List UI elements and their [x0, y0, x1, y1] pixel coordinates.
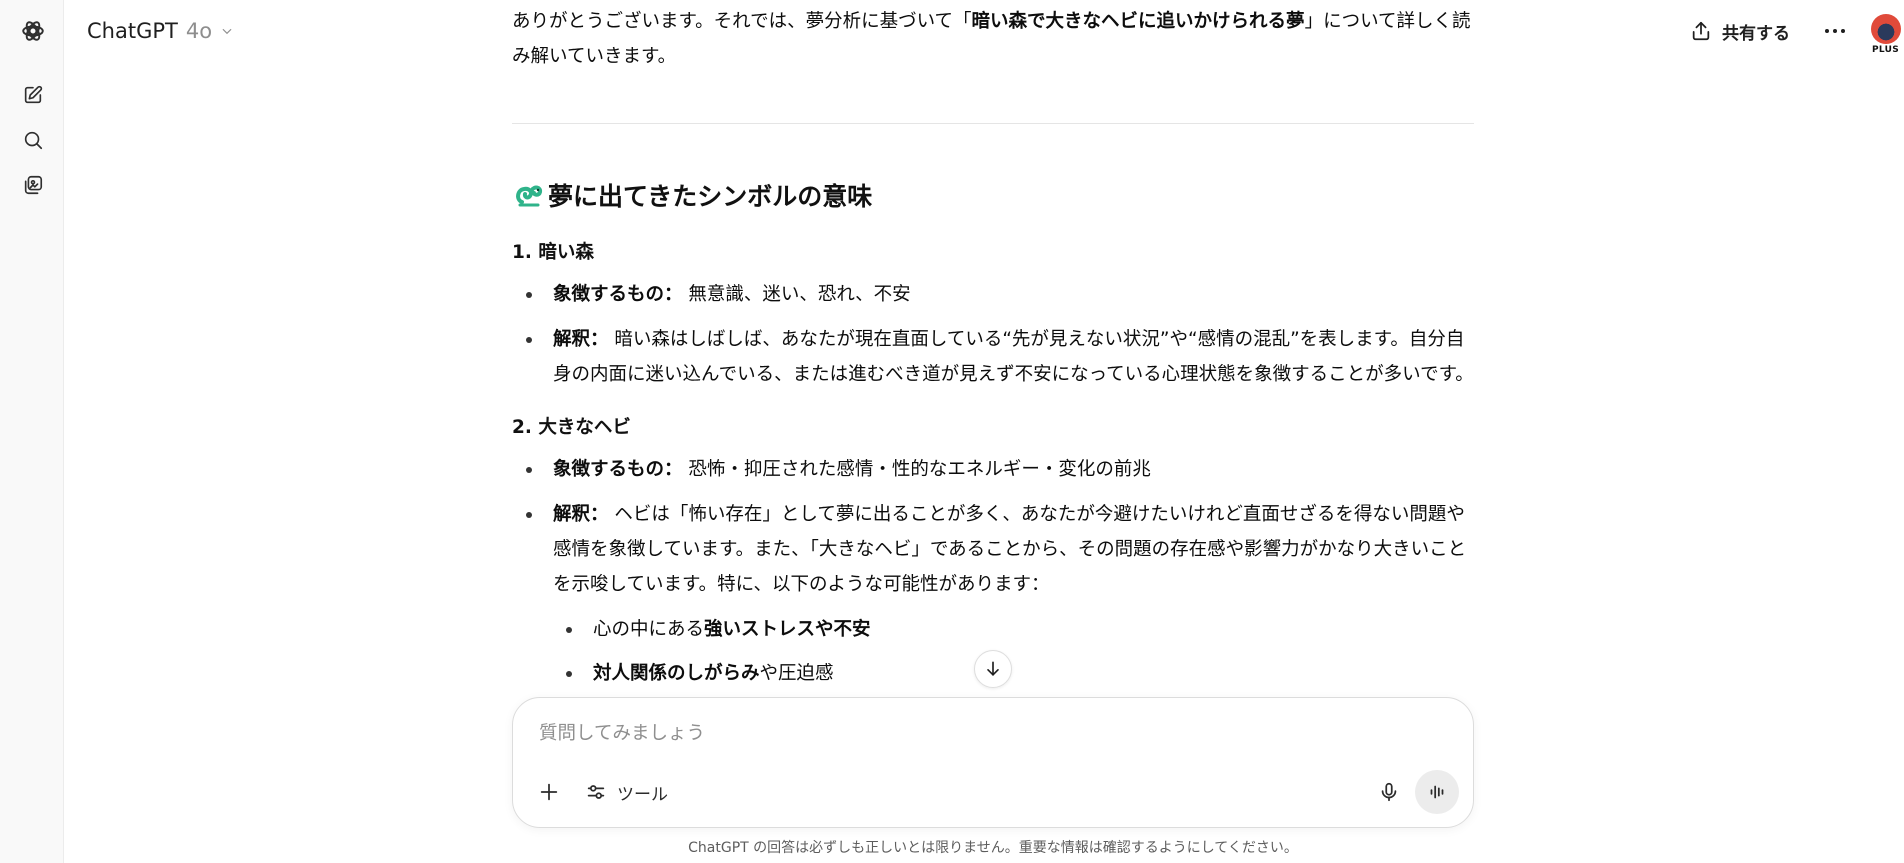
section-title-text: 夢に出てきたシンボルの意味	[548, 182, 873, 211]
section-title: 夢に出てきたシンボルの意味	[514, 177, 872, 213]
new-chat-icon[interactable]	[16, 78, 50, 112]
share-label: 共有する	[1722, 23, 1790, 44]
symbol-text: 恐怖・抑圧された感情・性的なエネルギー・変化の前兆	[682, 459, 1151, 480]
interpretation-text: 暗い森はしばしば、あなたが現在直面している“先が見えない状況”や“感情の混乱”を…	[553, 329, 1474, 385]
plan-badge: PLUS	[1872, 45, 1900, 55]
share-button[interactable]: 共有する	[1690, 14, 1790, 48]
composer: ツール	[512, 697, 1474, 828]
interpretation-label: 解釈：	[553, 329, 609, 350]
tools-button[interactable]: ツール	[579, 774, 674, 810]
avatar[interactable]	[1871, 14, 1901, 44]
item-heading: 1. 暗い森	[512, 242, 594, 263]
arrow-down-icon	[987, 661, 999, 676]
sub-item-text: 心の中にある	[593, 619, 705, 640]
scroll-to-bottom-button[interactable]	[974, 650, 1012, 688]
dictate-button[interactable]	[1371, 774, 1407, 810]
share-icon	[1692, 21, 1710, 41]
library-icon[interactable]	[16, 168, 50, 202]
item-heading: 2. 大きなヘビ	[512, 417, 631, 438]
search-icon[interactable]	[16, 123, 50, 157]
model-name: ChatGPT	[87, 19, 178, 43]
interpretation-label: 解釈：	[553, 504, 609, 525]
disclaimer: ChatGPT の回答は必ずしも正しいとは限りません。重要な情報は確認するように…	[688, 840, 1298, 856]
list-item: 解釈： 暗い森はしばしば、あなたが現在直面している“先が見えない状況”や“感情の…	[526, 322, 1475, 392]
chevron-down-icon	[222, 28, 232, 35]
sub-item-bold: 強いストレスや不安	[704, 619, 871, 640]
sub-item-bold: 対人関係のしがらみ	[593, 663, 760, 684]
model-version: 4o	[185, 19, 213, 43]
tools-label: ツール	[617, 784, 668, 805]
openai-logo-icon[interactable]	[16, 14, 50, 48]
sliders-icon	[587, 785, 605, 799]
prompt-input[interactable]	[539, 716, 1439, 750]
sub-item-text-end: や圧迫感	[759, 663, 834, 684]
snake-emoji-icon	[516, 185, 543, 207]
intro-bold-text: 暗い森で大きなヘビに追いかけられる夢	[971, 11, 1305, 32]
intro-paragraph: ありがとうございます。それでは、夢分析に基づいて「暗い森で大きなヘビに追いかけら…	[512, 4, 1474, 74]
list-item: 象徴するもの： 恐怖・抑圧された感情・性的なエネルギー・変化の前兆	[526, 452, 1475, 487]
intro-text: ありがとうございます。それでは、夢分析に基づいて「	[512, 11, 972, 32]
sidebar-rail	[0, 0, 64, 863]
microphone-icon	[1381, 782, 1397, 802]
symbol-label: 象徴するもの：	[553, 459, 683, 480]
symbol-text: 無意識、迷い、恐れ、不安	[682, 284, 911, 305]
plus-icon	[540, 783, 558, 801]
sub-list-item: 対人関係のしがらみや圧迫感	[566, 656, 1473, 691]
sub-list-item: 心の中にある強いストレスや不安	[566, 612, 1473, 647]
symbol-label: 象徴するもの：	[553, 284, 683, 305]
voice-mode-button[interactable]	[1415, 770, 1459, 814]
list-item: 象徴するもの： 無意識、迷い、恐れ、不安	[526, 277, 1475, 312]
voice-waveform-icon	[1430, 785, 1444, 799]
interpretation-text: ヘビは「怖い存在」として夢に出ることが多く、あなたが今避けたいけれど直面せざるを…	[553, 504, 1467, 595]
model-switcher[interactable]: ChatGPT 4o	[87, 16, 234, 46]
list-item: 解釈： ヘビは「怖い存在」として夢に出ることが多く、あなたが今避けたいけれど直面…	[526, 497, 1475, 602]
divider	[512, 123, 1474, 124]
add-attachment-button[interactable]	[531, 774, 567, 810]
more-options-icon[interactable]	[1818, 14, 1852, 48]
